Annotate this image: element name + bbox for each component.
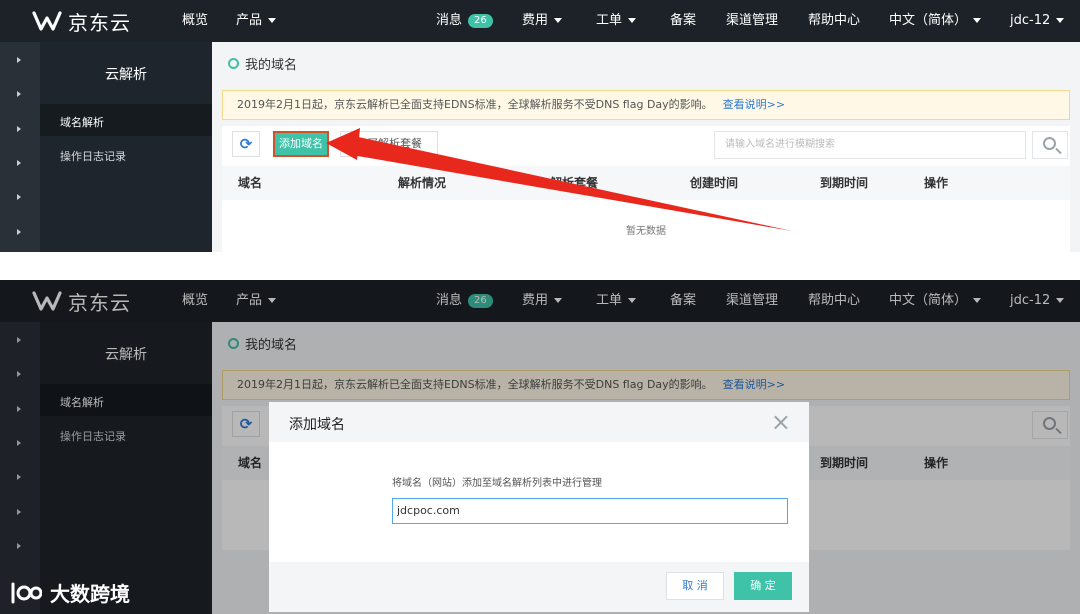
top-navbar: 京东云 概览 产品 消息 26 费用 工单 备案 渠道管理 帮助中心 中文（简体）… [0,0,1080,42]
watermark-text: 大数跨境 [50,582,130,606]
sidebar-item-operation-log[interactable]: 操作日志记录 [60,148,126,164]
nav-help[interactable]: 帮助中心 [808,0,860,42]
col-created: 创建时间 [690,176,739,190]
table-header: 域名 解析情况 解析套餐 创建时间 到期时间 操作 [222,166,1070,200]
add-domain-button[interactable]: 添加域名 [273,131,329,157]
breadcrumb: 我的域名 [228,54,297,73]
search-icon [1043,137,1056,150]
col-package: 解析套餐 [550,176,599,190]
screenshot-step-2: 京东云 概览 产品 消息 26 费用 工单 备案 渠道管理 帮助中心 中文（简体）… [0,280,1080,614]
nav-channel[interactable]: 渠道管理 [726,0,778,42]
buy-package-button[interactable]: 购买解析套餐 [340,131,438,157]
nav-language[interactable]: 中文（简体） [889,0,982,42]
nav-language-label: 中文（简体） [889,13,968,28]
chevron-down-icon [1056,18,1065,23]
toolbar: ⟳ 添加域名 购买解析套餐 请输入域名进行模糊搜索 [222,126,1070,166]
refresh-icon: ⟳ [239,135,253,153]
chevron-right-icon[interactable] [17,194,21,200]
search-input[interactable]: 请输入域名进行模糊搜索 [714,131,1026,159]
empty-state-text: 暂无数据 [626,226,666,237]
dialog-description: 将域名（网站）添加至域名解析列表中进行管理 [392,478,602,489]
chevron-right-icon[interactable] [17,126,21,132]
main-content: 我的域名 2019年2月1日起，京东云解析已全面支持EDNS标准，全球解析服务不… [212,42,1080,252]
col-domain: 域名 [238,176,263,190]
domain-input[interactable]: jdcpoc.com [392,498,788,524]
dialog-title: 添加域名 [289,417,345,433]
add-domain-dialog: 添加域名 × 将域名（网站）添加至域名解析列表中进行管理 jdcpoc.com … [269,402,809,612]
chevron-right-icon[interactable] [17,229,21,235]
chevron-down-icon [268,18,277,23]
nav-user[interactable]: jdc-12 [1010,0,1065,42]
nav-filing[interactable]: 备案 [670,0,696,42]
left-icon-rail [0,42,40,252]
notice-link[interactable]: 查看说明>> [723,98,785,111]
notice-text: 2019年2月1日起，京东云解析已全面支持EDNS标准，全球解析服务不受DNS … [237,98,713,111]
table-body: 暂无数据 [222,200,1070,252]
jdcloud-logo[interactable]: 京东云 [32,8,131,35]
page-title: 我的域名 [245,58,298,73]
chevron-down-icon [973,18,982,23]
dialog-footer: 取 消 确 定 [269,562,809,612]
sidebar: 云解析 域名解析 操作日志记录 [40,42,212,252]
close-icon[interactable]: × [771,408,791,436]
messages-count-badge: 26 [468,13,493,28]
nav-messages-label: 消息 [436,13,463,28]
nav-products-label: 产品 [236,13,263,28]
nav-tickets[interactable]: 工单 [596,0,637,42]
chevron-right-icon[interactable] [17,160,21,166]
logo-text: 京东云 [68,10,131,35]
dialog-header: 添加域名 × [269,402,809,442]
nav-user-label: jdc-12 [1010,13,1051,28]
sidebar-title: 云解析 [105,67,147,83]
edns-notice-banner: 2019年2月1日起，京东云解析已全面支持EDNS标准，全球解析服务不受DNS … [222,90,1070,120]
jdcloud-logo-icon [32,11,62,31]
cancel-button[interactable]: 取 消 [666,572,724,600]
chevron-right-icon[interactable] [17,57,21,63]
nav-tickets-label: 工单 [596,13,623,28]
col-actions: 操作 [924,176,949,190]
search-button[interactable] [1032,131,1068,159]
watermark: 大数跨境 [10,578,130,607]
chevron-right-icon[interactable] [17,91,21,97]
screenshot-step-1: 京东云 概览 产品 消息 26 费用 工单 备案 渠道管理 帮助中心 中文（简体）… [0,0,1080,252]
confirm-button[interactable]: 确 定 [734,572,792,600]
col-resolution: 解析情况 [398,176,447,190]
circle-icon [228,58,239,69]
col-expires: 到期时间 [820,176,869,190]
nav-products[interactable]: 产品 [236,0,277,42]
chevron-down-icon [554,18,563,23]
refresh-button[interactable]: ⟳ [232,131,260,157]
nav-overview[interactable]: 概览 [182,0,208,42]
sidebar-item-domain-resolution[interactable]: 域名解析 [60,114,104,130]
watermark-logo-icon [11,582,42,603]
nav-fees-label: 费用 [522,13,549,28]
nav-messages[interactable]: 消息 26 [436,0,493,42]
nav-fees[interactable]: 费用 [522,0,563,42]
chevron-down-icon [628,18,637,23]
